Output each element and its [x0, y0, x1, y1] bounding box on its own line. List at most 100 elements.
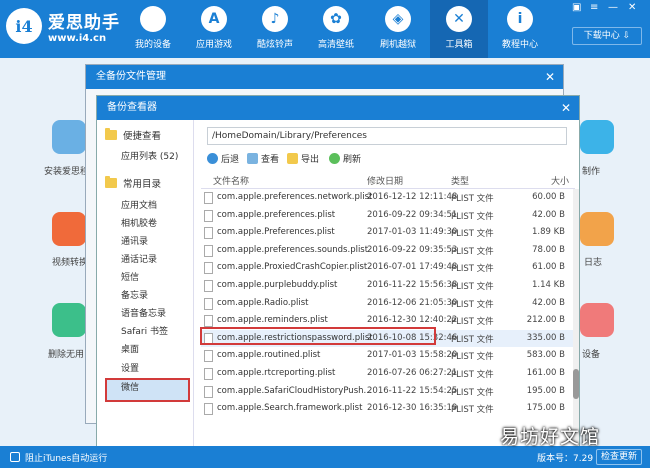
table-header: 文件名称 修改日期 类型 大小 — [201, 171, 575, 189]
sidebar-item-desktop[interactable]: 桌面 — [121, 342, 139, 355]
cell-size: 78.00 B — [532, 244, 565, 255]
highlight-box — [200, 327, 436, 345]
table-row[interactable]: com.apple.ProxiedCrashCopier.plist 2016-0… — [201, 259, 575, 277]
scrollbar-thumb[interactable] — [573, 369, 579, 399]
cell-name: com.apple.preferences.sounds.plist — [217, 244, 369, 255]
close-icon[interactable]: ✕ — [628, 2, 636, 13]
magnifier-icon — [247, 153, 258, 164]
sidebar: 便捷查看 应用列表 (52) 常用目录 应用文档 相机胶卷 通讯录 通话记录 短… — [97, 120, 194, 467]
cell-type: PLIST 文件 — [451, 387, 494, 398]
sidebar-item-voice-memos[interactable]: 语音备忘录 — [121, 306, 166, 319]
cell-name: com.apple.purplebuddy.plist — [217, 280, 338, 290]
cell-type: PLIST 文件 — [451, 229, 494, 240]
nav-wallpapers[interactable]: ✿ 高清壁纸 — [307, 6, 365, 56]
sidebar-group-quick-view[interactable]: 便捷查看 — [105, 128, 161, 142]
cell-name: com.apple.Search.framework.plist — [217, 403, 363, 414]
cell-date: 2016-12-12 12:11:48 — [367, 192, 458, 202]
table-row[interactable]: com.apple.preferences.sounds.plist 2016-0… — [201, 242, 575, 260]
nav-tutorials[interactable]: i 教程中心 — [491, 6, 549, 56]
table-row[interactable]: com.apple.preferences.plist 2016-09-22 09… — [201, 207, 575, 225]
cell-name: com.apple.routined.plist — [217, 350, 321, 361]
download-center-button[interactable]: 下载中心 ⇩ — [572, 27, 642, 45]
cell-name: com.apple.ProxiedCrashCopier.plist — [217, 262, 368, 273]
export-button[interactable]: 导出 — [287, 152, 319, 165]
cell-type: PLIST 文件 — [451, 352, 494, 363]
nav-toolbox[interactable]: ✕ 工具箱 — [430, 0, 488, 58]
sidebar-item-notes[interactable]: 备忘录 — [121, 288, 148, 301]
sidebar-group-common-dirs[interactable]: 常用目录 — [105, 176, 161, 190]
file-icon — [204, 315, 213, 328]
cell-type: PLIST 文件 — [451, 194, 494, 204]
cell-date: 2016-12-30 16:35:19 — [367, 403, 458, 414]
refresh-button[interactable]: 刷新 — [329, 152, 361, 165]
cell-name: com.apple.rtcreporting.plist — [217, 368, 336, 378]
cell-size: 1.89 KB — [531, 227, 565, 238]
logo-icon: i4 — [6, 8, 42, 44]
sidebar-item-sms[interactable]: 短信 — [121, 270, 139, 283]
close-icon[interactable]: ✕ — [561, 96, 571, 120]
menu-icon[interactable]: ≡ — [590, 2, 598, 13]
cell-date: 2016-09-22 09:35:53 — [367, 244, 458, 255]
cleanup-icon[interactable] — [52, 303, 86, 337]
log-tile-icon[interactable] — [580, 212, 614, 246]
sidebar-item-app-docs[interactable]: 应用文档 — [121, 198, 157, 211]
table-row[interactable]: com.apple.purplebuddy.plist 2016-11-22 15… — [201, 277, 575, 295]
video-convert-icon[interactable] — [52, 212, 86, 246]
cell-size: 195.00 B — [526, 385, 565, 396]
view-button[interactable]: 查看 — [247, 152, 279, 165]
file-icon — [204, 350, 213, 363]
nav-my-device[interactable]: 我的设备 — [124, 6, 182, 56]
cell-type: PLIST 文件 — [451, 246, 494, 257]
dropbox-icon: ◈ — [385, 6, 411, 32]
sidebar-item-safari-bookmarks[interactable]: Safari 书签 — [121, 324, 168, 337]
table-row[interactable]: com.apple.SafariCloudHistoryPush... 2016-… — [201, 383, 575, 401]
table-row[interactable]: com.apple.Search.framework.plist 2016-12-… — [201, 400, 575, 418]
cell-date: 2017-01-03 11:49:30 — [367, 227, 458, 238]
file-icon — [204, 297, 213, 310]
cell-size: 583.00 B — [526, 350, 565, 361]
cell-name: com.apple.preferences.plist — [217, 209, 336, 220]
close-icon[interactable]: ✕ — [545, 65, 555, 89]
sidebar-item-contacts[interactable]: 通讯录 — [121, 234, 148, 247]
skin-icon[interactable]: ▣ — [572, 2, 581, 13]
sidebar-item-wechat[interactable]: 微信 — [121, 380, 139, 393]
bell-icon: ♪ — [262, 6, 288, 32]
table-row[interactable]: com.apple.routined.plist 2017-01-03 15:58… — [201, 347, 575, 365]
export-folder-icon — [287, 153, 298, 164]
column-name[interactable]: 文件名称 — [213, 174, 249, 187]
minimize-icon[interactable]: — — [608, 2, 618, 13]
cell-size: 42.00 B — [532, 209, 565, 220]
column-date[interactable]: 修改日期 — [367, 174, 403, 187]
back-arrow-icon — [207, 153, 218, 164]
sidebar-item-settings[interactable]: 设置 — [121, 361, 139, 374]
cell-size: 335.00 B — [526, 332, 565, 343]
column-size[interactable]: 大小 — [551, 174, 569, 187]
cell-name: com.apple.Radio.plist — [217, 297, 309, 308]
path-field[interactable]: /HomeDomain/Library/Preferences — [207, 127, 567, 145]
cell-type: PLIST 文件 — [451, 317, 494, 328]
back-button[interactable]: 后退 — [207, 152, 239, 165]
table-row[interactable]: com.apple.rtcreporting.plist 2016-07-26 0… — [201, 365, 575, 383]
cell-type: PLIST 文件 — [451, 405, 494, 416]
column-type[interactable]: 类型 — [451, 174, 469, 187]
file-icon — [204, 244, 213, 257]
sidebar-item-camera-roll[interactable]: 相机胶卷 — [121, 216, 157, 229]
nav-ringtones[interactable]: ♪ 酷炫铃声 — [246, 6, 304, 56]
watermark-text: 易坊好文馆 — [500, 426, 601, 448]
sidebar-item-app-list[interactable]: 应用列表 (52) — [121, 149, 178, 162]
cell-date: 2016-07-26 06:27:21 — [367, 368, 458, 378]
block-itunes-checkbox[interactable] — [10, 452, 20, 462]
nav-apps-games[interactable]: A 应用游戏 — [185, 6, 243, 56]
tools-icon: ✕ — [446, 6, 472, 32]
table-row[interactable]: com.apple.Radio.plist 2016-12-06 21:05:30… — [201, 295, 575, 313]
table-row[interactable]: com.apple.Preferences.plist 2017-01-03 11… — [201, 224, 575, 242]
install-tile-icon[interactable] — [52, 120, 86, 154]
table-row[interactable]: com.apple.preferences.network.plist 2016-… — [201, 189, 575, 207]
sidebar-item-call-log[interactable]: 通话记录 — [121, 252, 157, 265]
cell-date: 2016-11-22 15:56:38 — [367, 280, 458, 290]
make-tile-icon[interactable] — [580, 120, 614, 154]
device-tile-icon[interactable] — [580, 303, 614, 337]
check-update-button[interactable]: 检查更新 — [596, 449, 642, 465]
folder-icon — [105, 128, 117, 140]
nav-flash-jailbreak[interactable]: ◈ 刷机越狱 — [369, 6, 427, 56]
